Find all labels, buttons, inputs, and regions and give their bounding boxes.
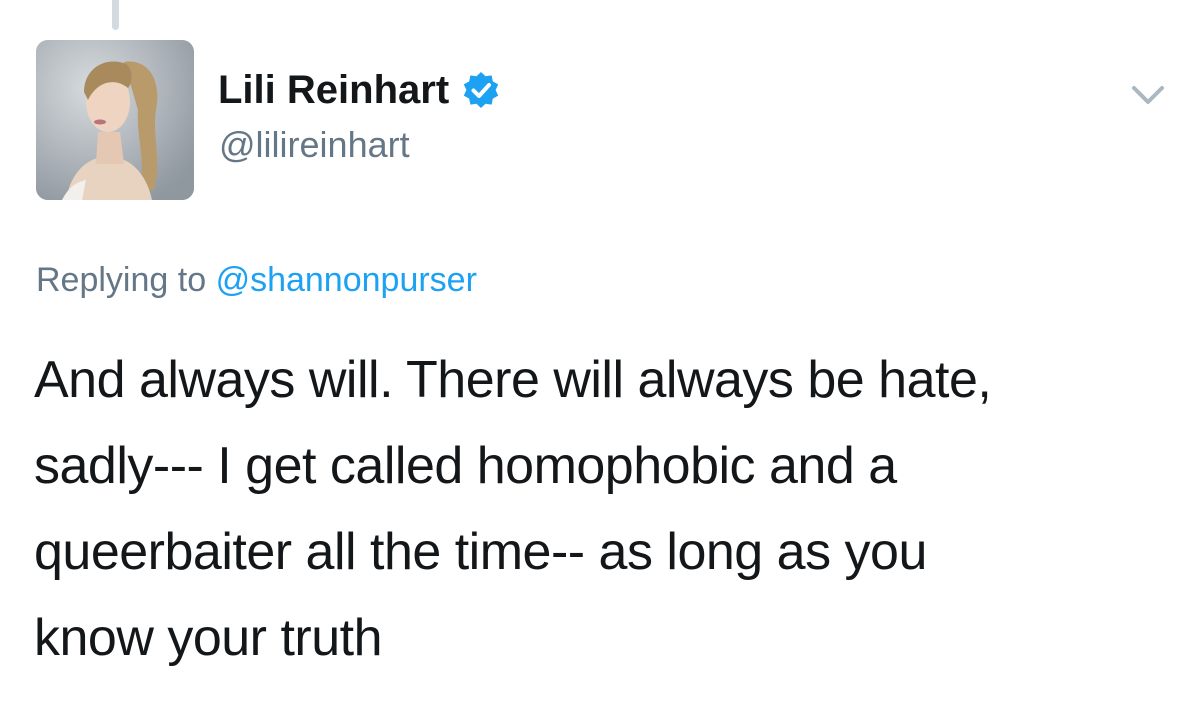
- tweet-text: And always will. There will always be ha…: [34, 337, 1174, 681]
- replying-to-mention-link[interactable]: @shannonpurser: [216, 261, 477, 299]
- chevron-down-icon[interactable]: [1128, 80, 1168, 108]
- author-display-name[interactable]: Lili Reinhart: [218, 68, 449, 112]
- tweet-text-line: queerbaiter all the time-- as long as yo…: [34, 523, 927, 581]
- avatar[interactable]: [36, 40, 194, 200]
- thread-connector-line: [112, 0, 119, 30]
- verified-badge-icon: [463, 72, 499, 108]
- author-display-name-row[interactable]: Lili Reinhart: [218, 68, 501, 112]
- author-handle[interactable]: @lilireinhart: [219, 124, 410, 166]
- replying-to-label: Replying to: [36, 261, 207, 299]
- tweet-text-line: And always will. There will always be ha…: [34, 351, 992, 409]
- tweet-text-line: know your truth: [34, 609, 383, 667]
- replying-to-line: Replying to @shannonpurser: [36, 261, 477, 300]
- avatar-photo: [36, 40, 194, 200]
- tweet-text-line: sadly--- I get called homophobic and a: [34, 437, 897, 495]
